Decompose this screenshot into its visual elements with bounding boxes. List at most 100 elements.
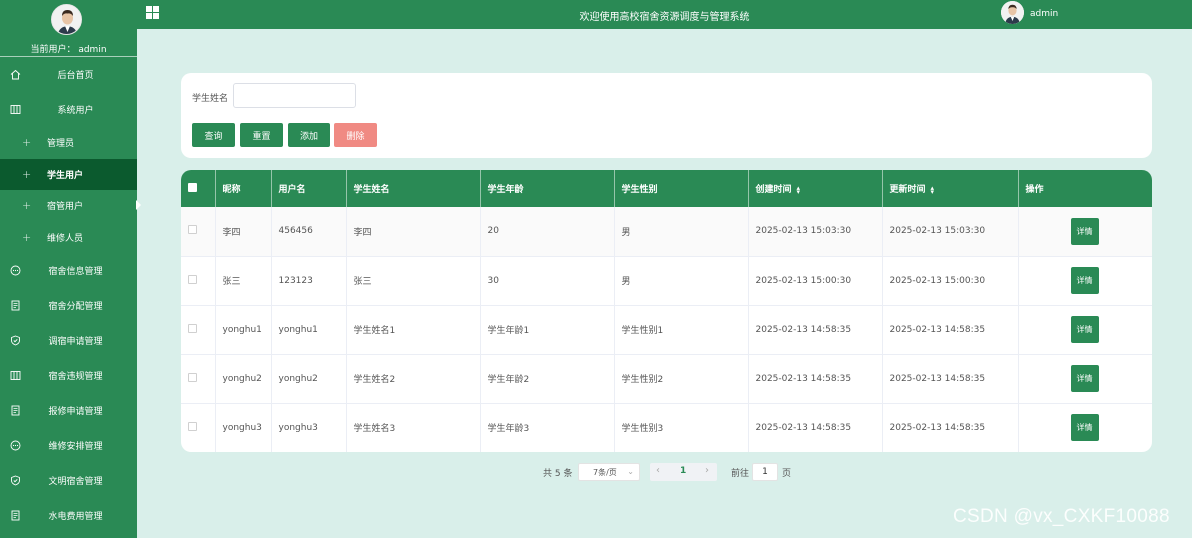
student-name-input[interactable] [233, 83, 356, 108]
table-cell: 学生姓名2 [346, 354, 481, 404]
row-select-cell[interactable] [181, 256, 216, 306]
table-cell: 学生姓名1 [346, 305, 481, 355]
table-cell: 学生性别2 [614, 354, 749, 404]
select-all-cell[interactable] [181, 170, 216, 207]
table-cell: 2025-02-13 15:03:30 [882, 207, 1019, 257]
sidebar-item-repair-schedule[interactable]: 维修安排管理 [0, 428, 137, 463]
row-checkbox[interactable] [188, 372, 197, 382]
table-cell: yonghu3 [271, 403, 347, 452]
sidebar-item-label: 宿舍分配管理 [48, 302, 103, 312]
page-suffix: 页 [782, 469, 792, 479]
action-cell: 详情 [1018, 403, 1152, 452]
avatar[interactable] [1001, 1, 1024, 24]
table-cell: 张三 [215, 256, 272, 306]
plus-icon: + [22, 199, 32, 212]
row-checkbox[interactable] [188, 225, 197, 235]
table-cell: 李四 [346, 207, 481, 257]
detail-button[interactable]: 详情 [1070, 217, 1099, 245]
table-cell: 456456 [271, 207, 347, 257]
detail-button[interactable]: 详情 [1070, 267, 1099, 294]
table-cell: yonghu3 [215, 403, 272, 452]
chevron-down-icon: ⌄ [627, 467, 634, 476]
sidebar-subitem-admin[interactable]: + 管理员 [0, 127, 137, 159]
row-select-cell[interactable] [181, 403, 216, 452]
row-checkbox[interactable] [188, 274, 197, 284]
sidebar-item-dorm-info[interactable]: 宿舍信息管理 [0, 253, 137, 288]
table-cell: 学生年龄3 [480, 403, 615, 452]
row-select-cell[interactable] [181, 305, 216, 355]
sidebar-subitem-dorm-managers[interactable]: + 宿管用户 [0, 190, 137, 222]
select-all-checkbox[interactable] [188, 182, 197, 192]
sidebar-item-label: 维修安排管理 [48, 442, 103, 452]
column-header-created[interactable]: 创建时间 ▴ ▾ [748, 170, 883, 207]
row-select-cell[interactable] [181, 207, 216, 257]
watermark: CSDN @vx_CXKF10088 [953, 506, 1170, 527]
goto-page-input[interactable] [752, 463, 778, 481]
pagination: 共 5 条 7条/页 ⌄ ‹ 1 › 前往 页 [0, 463, 1192, 481]
action-cell: 详情 [1018, 256, 1152, 306]
table-cell: 学生姓名3 [346, 403, 481, 452]
current-page[interactable]: 1 [680, 466, 686, 476]
row-checkbox[interactable] [188, 421, 197, 431]
sidebar-item-dorm-allocation[interactable]: 宿舍分配管理 [0, 288, 137, 323]
student-name-label: 学生姓名 [192, 94, 229, 104]
table-cell: 张三 [346, 256, 481, 306]
column-header: 学生年龄 [480, 170, 615, 207]
column-header-updated[interactable]: 更新时间 ▴ ▾ [882, 170, 1019, 207]
sidebar-subitem-label: 管理员 [47, 139, 75, 150]
plus-icon: + [22, 167, 32, 181]
sidebar-subitem-label: 宿管用户 [47, 202, 84, 213]
sidebar-item-label: 报修申请管理 [48, 407, 103, 417]
sidebar-item-label: 系统用户 [57, 106, 94, 116]
table-cell: 2025-02-13 15:00:30 [748, 256, 883, 306]
table-row: yonghu1 yonghu1 学生姓名1 学生年龄1 学生性别1 2025-02-13 … [181, 305, 1152, 355]
detail-button[interactable]: 详情 [1070, 316, 1099, 343]
reset-button[interactable]: 重置 [240, 123, 283, 147]
table-header-row: 昵称 用户名 学生姓名 学生年龄 学生性别 创建时间 ▴ ▾ 更新时间 ▴ ▾ 操作 [181, 170, 1152, 207]
action-cell: 详情 [1018, 207, 1152, 257]
top-username[interactable]: admin [1030, 9, 1058, 19]
sort-icon[interactable]: ▴ ▾ [931, 184, 935, 195]
column-header: 昵称 [215, 170, 272, 207]
delete-button[interactable]: 删除 [334, 123, 377, 147]
sidebar-subitem-label: 维修人员 [47, 233, 84, 244]
table-cell: 2025-02-13 15:00:30 [882, 256, 1019, 306]
sidebar-subitem-label: 学生用户 [47, 170, 84, 181]
sidebar-item-violations[interactable]: 宿舍违规管理 [0, 358, 137, 393]
page-size-value: 7条/页 [593, 467, 617, 477]
sidebar-item-transfer-requests[interactable]: 调宿申请管理 [0, 323, 137, 358]
sidebar-item-label: 后台首页 [57, 71, 94, 81]
page-size-select[interactable]: 7条/页 ⌄ [578, 463, 640, 481]
avatar [51, 4, 82, 35]
sidebar: 当前用户： admin 后台首页 系统用户 + 管理员 + 学生用户 + 宿管用… [0, 0, 137, 538]
detail-button[interactable]: 详情 [1070, 365, 1099, 392]
row-checkbox[interactable] [188, 323, 197, 333]
column-header: 操作 [1018, 170, 1152, 207]
sidebar-menu: 后台首页 系统用户 + 管理员 + 学生用户 + 宿管用户 + 维修人员 宿舍信… [0, 57, 137, 533]
table-cell: 30 [480, 256, 615, 306]
chevron-left-icon[interactable]: ‹ [656, 465, 660, 476]
table-cell: 2025-02-13 14:58:35 [748, 403, 883, 452]
action-cell: 详情 [1018, 305, 1152, 355]
mouse-cursor [136, 200, 141, 210]
table-cell: 123123 [271, 256, 347, 306]
query-button[interactable]: 查询 [192, 123, 235, 147]
table-cell: 学生性别3 [614, 403, 749, 452]
sidebar-item-system-users[interactable]: 系统用户 [0, 92, 137, 127]
sort-icon[interactable]: ▴ ▾ [797, 184, 801, 195]
row-select-cell[interactable] [181, 354, 216, 404]
sidebar-item-repair-requests[interactable]: 报修申请管理 [0, 393, 137, 428]
table-cell: 20 [480, 207, 615, 257]
table-row: yonghu3 yonghu3 学生姓名3 学生年龄3 学生性别3 2025-02-13 … [181, 403, 1152, 452]
sidebar-subitem-repair-staff[interactable]: + 维修人员 [0, 222, 137, 254]
table-cell: yonghu2 [215, 354, 272, 404]
sidebar-item-utility-fees[interactable]: 水电费用管理 [0, 498, 137, 533]
sidebar-subitem-student-users[interactable]: + 学生用户 [0, 158, 137, 190]
sidebar-item-home[interactable]: 后台首页 [0, 57, 137, 92]
detail-button[interactable]: 详情 [1070, 414, 1099, 441]
table-cell: 学生性别1 [614, 305, 749, 355]
sidebar-user-panel: 当前用户： admin [0, 0, 137, 57]
add-button[interactable]: 添加 [288, 123, 330, 147]
table-cell: 学生年龄1 [480, 305, 615, 355]
chevron-right-icon[interactable]: › [705, 465, 709, 476]
